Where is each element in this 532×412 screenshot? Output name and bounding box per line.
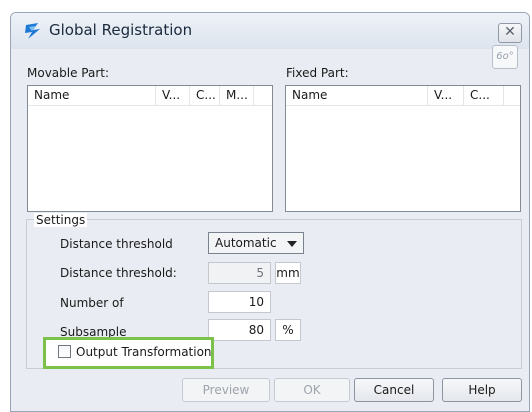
movable-col-name[interactable]: Name (28, 86, 156, 106)
output-transformation-label[interactable]: Output Transformation (76, 345, 212, 359)
cancel-button[interactable]: Cancel (354, 378, 434, 402)
distance-threshold-label: Distance threshold: (60, 266, 177, 280)
settings-group-label: Settings (34, 213, 88, 227)
movable-col-c[interactable]: C... (190, 86, 220, 106)
movable-col-v[interactable]: V... (156, 86, 190, 106)
window-title: Global Registration (49, 21, 193, 39)
glasses-icon: 6o° (496, 51, 514, 62)
title-bar: Global Registration ✕ (11, 13, 529, 49)
close-button[interactable]: ✕ (498, 23, 522, 43)
output-transformation-checkbox[interactable] (58, 345, 71, 358)
subsample-unit: % (275, 319, 301, 341)
distance-threshold-unit: mm (275, 262, 301, 284)
fixed-col-v[interactable]: V... (428, 86, 464, 106)
distance-threshold-input[interactable]: 5 (208, 262, 271, 284)
preview-button[interactable]: Preview (182, 378, 270, 402)
fixed-col-name[interactable]: Name (286, 86, 428, 106)
close-icon: ✕ (504, 24, 516, 40)
view-parts-button[interactable]: 6o° (492, 45, 518, 69)
number-of-label: Number of (60, 296, 124, 310)
fixed-list-header: Name V... C... (286, 86, 520, 106)
movable-part-list[interactable]: Name V... C... M... (27, 85, 273, 212)
movable-col-m[interactable]: M... (220, 86, 254, 106)
distance-threshold-mode-value: Automatic (215, 236, 277, 250)
distance-threshold-mode-label: Distance threshold (60, 237, 173, 251)
fixed-part-label: Fixed Part: (286, 66, 349, 80)
ok-button[interactable]: OK (274, 378, 350, 402)
fixed-part-list[interactable]: Name V... C... (285, 85, 521, 212)
number-of-input[interactable]: 10 (208, 291, 271, 313)
fixed-col-c[interactable]: C... (464, 86, 504, 106)
help-button[interactable]: Help (442, 378, 522, 402)
movable-list-header: Name V... C... M... (28, 86, 272, 106)
app-logo-icon (25, 23, 40, 39)
distance-threshold-mode-select[interactable]: Automatic (208, 232, 304, 254)
movable-part-label: Movable Part: (27, 66, 110, 80)
subsample-input[interactable]: 80 (208, 319, 271, 341)
chevron-down-icon (287, 241, 297, 247)
